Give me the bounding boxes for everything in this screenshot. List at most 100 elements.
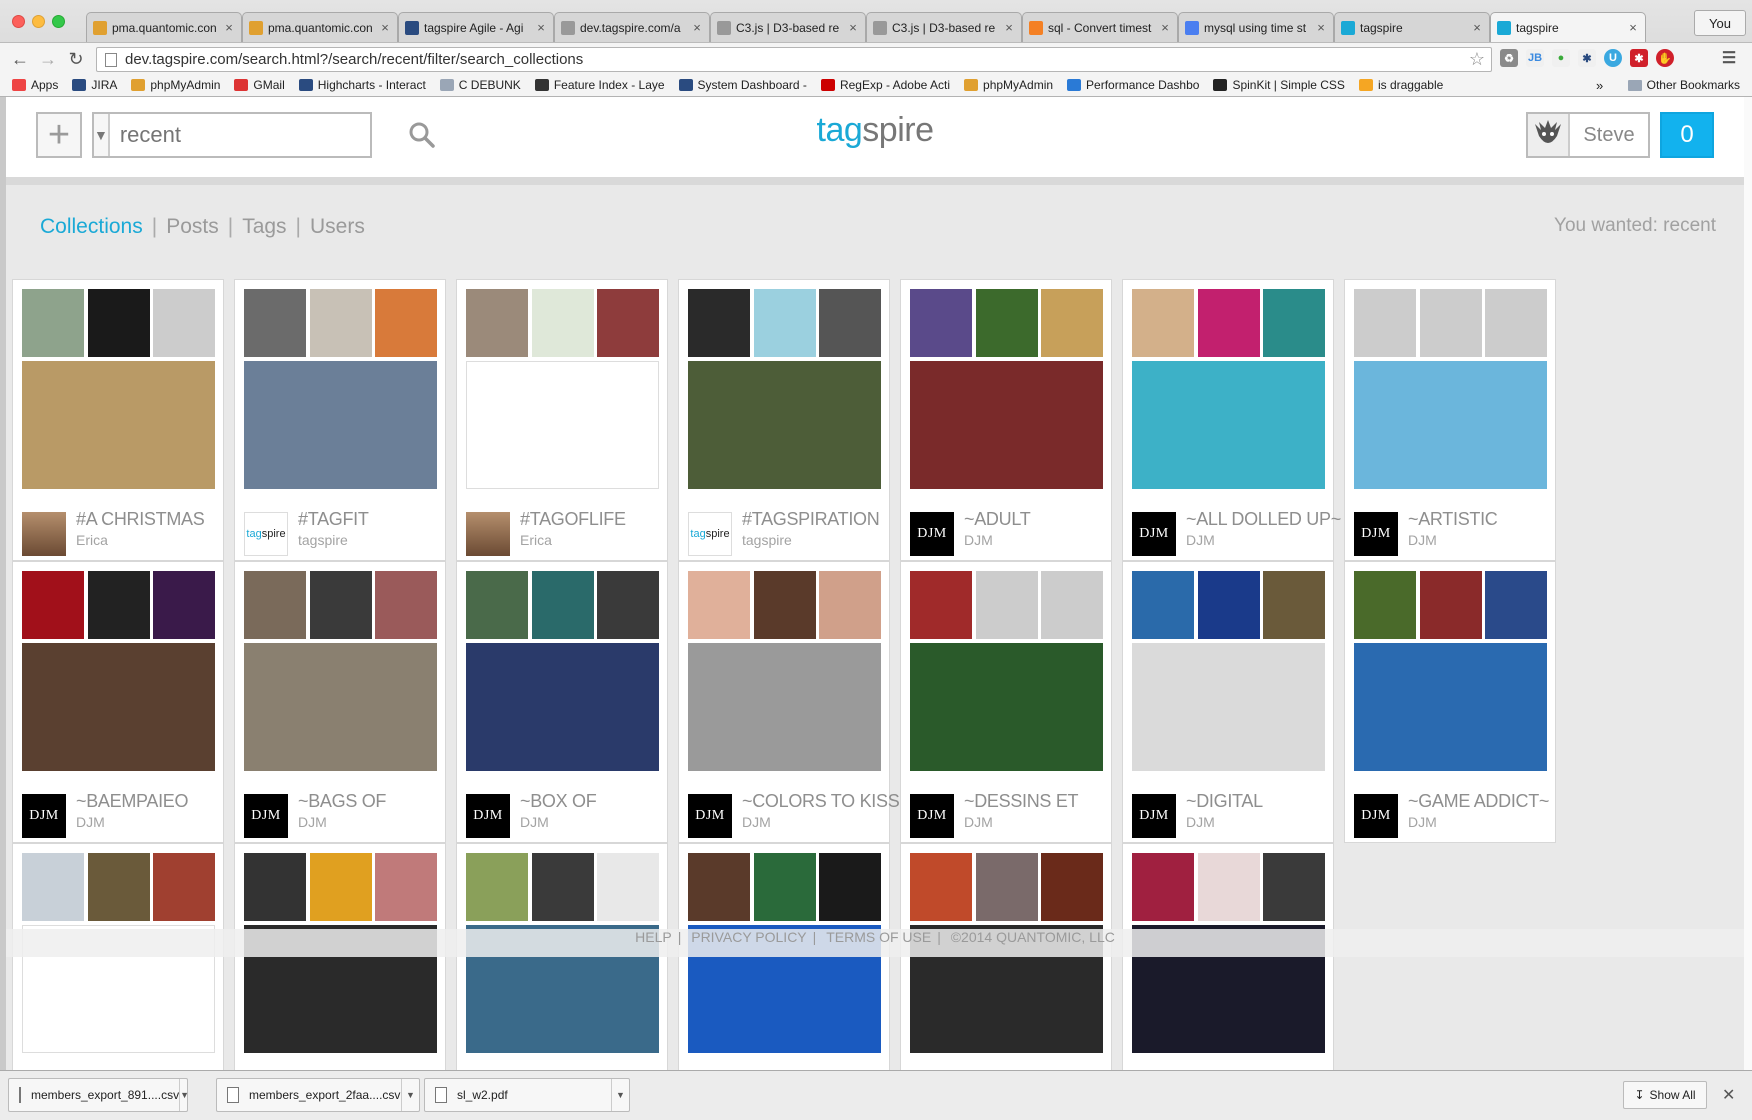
thumbnail-image[interactable]: [597, 853, 659, 921]
thumbnail-image[interactable]: [753, 853, 816, 921]
owner-avatar[interactable]: DJM: [1132, 512, 1176, 556]
thumbnail-image[interactable]: [819, 289, 881, 357]
user-menu[interactable]: Steve: [1526, 112, 1650, 158]
tab-users[interactable]: Users: [310, 215, 365, 239]
download-menu-arrow[interactable]: ▼: [179, 1079, 189, 1111]
collection-owner[interactable]: DJM: [298, 814, 327, 830]
thumbnail-image[interactable]: [153, 853, 215, 921]
thumbnail-image[interactable]: [753, 571, 816, 639]
bookmark-item[interactable]: is draggable: [1358, 78, 1443, 92]
thumbnail-image[interactable]: [1263, 571, 1325, 639]
tab-collections[interactable]: Collections: [40, 215, 143, 239]
collection-cover-image[interactable]: [688, 361, 881, 489]
owner-avatar[interactable]: DJM: [244, 794, 288, 838]
collection-cover-image[interactable]: [244, 643, 437, 771]
close-tab-icon[interactable]: ×: [1159, 20, 1171, 35]
browser-tab[interactable]: sql - Convert timest ×: [1022, 12, 1178, 42]
close-tab-icon[interactable]: ×: [379, 20, 391, 35]
recycle-extension-icon[interactable]: ♻: [1500, 49, 1518, 67]
thumbnail-image[interactable]: [1354, 571, 1416, 639]
help-link[interactable]: HELP: [635, 929, 672, 945]
close-tab-icon[interactable]: ×: [691, 20, 703, 35]
thumbnail-image[interactable]: [466, 289, 528, 357]
browser-tab[interactable]: tagspire ×: [1490, 12, 1646, 42]
thumbnail-image[interactable]: [597, 289, 659, 357]
back-button[interactable]: ←: [10, 49, 30, 69]
thumbnail-image[interactable]: [153, 571, 215, 639]
close-window-button[interactable]: [12, 15, 25, 28]
collection-cover-image[interactable]: [1132, 643, 1325, 771]
collection-owner[interactable]: DJM: [1408, 814, 1437, 830]
owner-avatar[interactable]: DJM: [1354, 512, 1398, 556]
evernote-extension-icon[interactable]: ●: [1552, 49, 1570, 67]
collection-owner[interactable]: Erica: [520, 532, 552, 548]
reload-button[interactable]: ↻: [66, 49, 86, 69]
owner-avatar[interactable]: [22, 512, 66, 556]
bookmark-item[interactable]: System Dashboard -: [678, 78, 807, 92]
thumbnail-image[interactable]: [688, 571, 750, 639]
bookmark-item[interactable]: Highcharts - Interact: [298, 78, 426, 92]
collection-title[interactable]: ~ALL DOLLED UP~: [1186, 509, 1341, 530]
download-menu-arrow[interactable]: ▼: [401, 1079, 419, 1111]
thumbnail-image[interactable]: [244, 289, 306, 357]
bookmark-item[interactable]: phpMyAdmin: [964, 78, 1053, 92]
collection-card[interactable]: DJM ~ADULT DJM: [900, 279, 1112, 561]
thumbnail-image[interactable]: [22, 289, 84, 357]
other-bookmarks-folder[interactable]: Other Bookmarks: [1627, 78, 1740, 92]
collection-title[interactable]: ~DIGITAL: [1186, 791, 1263, 812]
thumbnail-image[interactable]: [531, 289, 594, 357]
collection-card[interactable]: DJM ~GAME ADDICT~ DJM: [1344, 561, 1556, 843]
collection-title[interactable]: ~ADULT: [964, 509, 1031, 530]
collection-owner[interactable]: DJM: [964, 532, 993, 548]
thumbnail-image[interactable]: [975, 571, 1038, 639]
collection-title[interactable]: ~BAEMPAIEO: [76, 791, 189, 812]
bookmark-item[interactable]: GMail: [234, 78, 285, 92]
close-tab-icon[interactable]: ×: [223, 20, 235, 35]
thumbnail-image[interactable]: [819, 853, 881, 921]
bookmark-item[interactable]: SpinKit | Simple CSS: [1213, 78, 1345, 92]
thumbnail-image[interactable]: [375, 853, 437, 921]
collection-title[interactable]: #A CHRISTMAS: [76, 509, 205, 530]
download-item[interactable]: members_export_891....csv ▼: [8, 1078, 189, 1112]
owner-avatar[interactable]: DJM: [910, 794, 954, 838]
bookmark-item[interactable]: JIRA: [72, 78, 117, 92]
address-bar[interactable]: dev.tagspire.com/search.html?/search/rec…: [96, 47, 1492, 72]
collection-card[interactable]: DJM ~BAEMPAIEO DJM: [12, 561, 224, 843]
thumbnail-image[interactable]: [1041, 853, 1103, 921]
thumbnail-image[interactable]: [244, 853, 306, 921]
tagspire-logo[interactable]: tagspire: [6, 111, 1744, 150]
close-tab-icon[interactable]: ×: [1627, 20, 1639, 35]
u-extension-icon[interactable]: U: [1604, 49, 1622, 67]
collection-title[interactable]: ~GAME ADDICT~: [1408, 791, 1549, 812]
thumbnail-image[interactable]: [375, 289, 437, 357]
thumbnail-image[interactable]: [1485, 289, 1547, 357]
collection-card[interactable]: #TAGOFLIFE Erica: [456, 279, 668, 561]
owner-avatar[interactable]: DJM: [22, 794, 66, 838]
thumbnail-image[interactable]: [1263, 289, 1325, 357]
thumbnail-image[interactable]: [1132, 853, 1194, 921]
thumbnail-image[interactable]: [753, 289, 816, 357]
collection-title[interactable]: #TAGSPIRATION: [742, 509, 880, 530]
close-downloads-icon[interactable]: ✕: [1722, 1085, 1735, 1105]
thumbnail-image[interactable]: [1197, 571, 1260, 639]
download-item[interactable]: members_export_2faa....csv ▼: [216, 1078, 420, 1112]
show-all-downloads-button[interactable]: ↧ Show All: [1623, 1081, 1707, 1109]
thumbnail-image[interactable]: [153, 289, 215, 357]
profile-button[interactable]: You: [1694, 10, 1746, 36]
thumbnail-image[interactable]: [910, 289, 972, 357]
browser-tab[interactable]: C3.js | D3-based re ×: [710, 12, 866, 42]
close-tab-icon[interactable]: ×: [847, 20, 859, 35]
browser-tab[interactable]: dev.tagspire.com/a ×: [554, 12, 710, 42]
thumbnail-image[interactable]: [1041, 571, 1103, 639]
browser-tab[interactable]: pma.quantomic.con ×: [86, 12, 242, 42]
bookmark-item[interactable]: RegExp - Adobe Acti: [820, 78, 950, 92]
thumbnail-image[interactable]: [1419, 571, 1482, 639]
owner-avatar[interactable]: [466, 512, 510, 556]
thumbnail-image[interactable]: [688, 289, 750, 357]
owner-avatar[interactable]: DJM: [1354, 794, 1398, 838]
tab-posts[interactable]: Posts: [166, 215, 219, 239]
collection-cover-image[interactable]: [244, 361, 437, 489]
collection-cover-image[interactable]: [1354, 361, 1547, 489]
collection-card[interactable]: DJM ~ALL DOLLED UP~ DJM: [1122, 279, 1341, 561]
owner-avatar[interactable]: DJM: [688, 794, 732, 838]
